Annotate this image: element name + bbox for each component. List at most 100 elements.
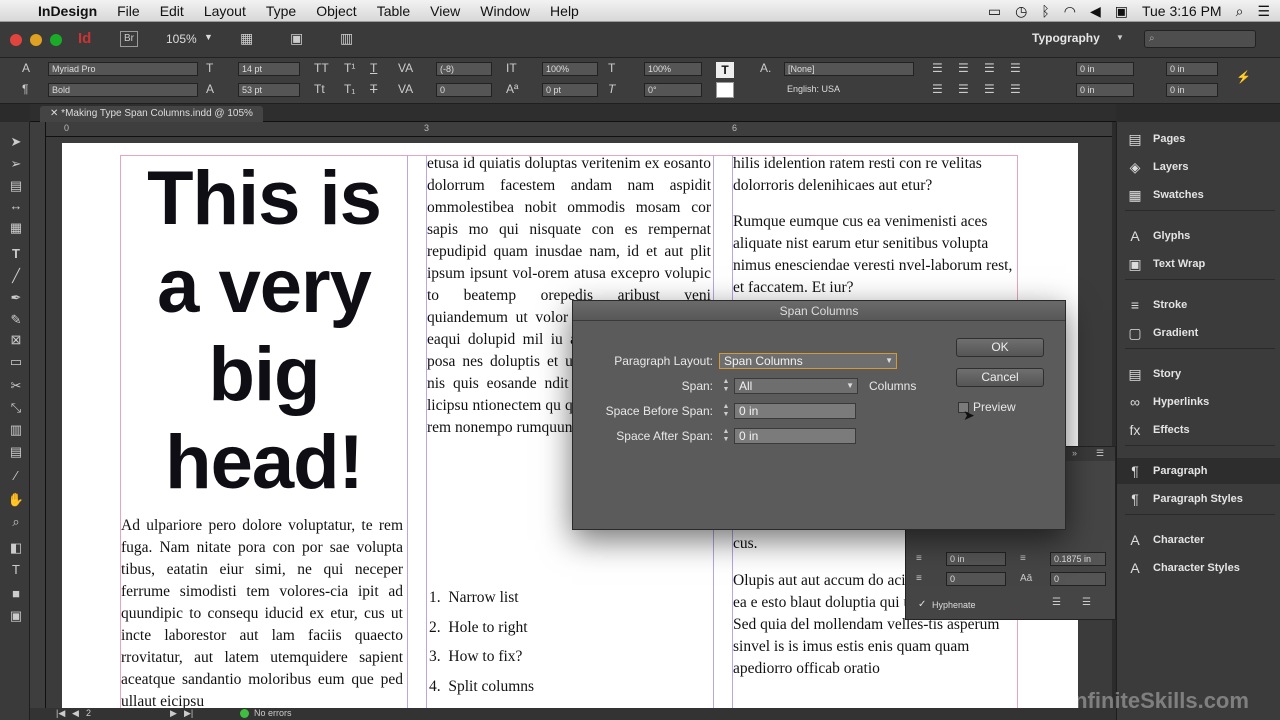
selection-tool-icon[interactable]: ➤ — [7, 134, 25, 150]
panel-item-pages[interactable]: ▤ Pages — [1117, 126, 1280, 152]
space-before-span-input[interactable]: 0 in — [734, 403, 856, 419]
apply-color-icon[interactable]: ■ — [7, 586, 25, 601]
chevron-down-icon[interactable]: ▼ — [204, 32, 213, 42]
paragraph-layout-select[interactable]: Span Columns ▼ — [719, 353, 897, 369]
workspace-chevron-icon[interactable]: ▼ — [1116, 33, 1124, 42]
display-icon[interactable]: ▣ — [1115, 3, 1128, 20]
menu-edit[interactable]: Edit — [160, 3, 184, 19]
vertical-scale-field[interactable]: 100% — [542, 62, 598, 76]
panel-item-hyperlinks[interactable]: ∞ Hyperlinks — [1117, 389, 1280, 415]
language-field[interactable]: English: USA — [784, 83, 914, 97]
next-page-icon[interactable]: ▶ — [170, 708, 177, 719]
preflight-status-text[interactable]: No errors — [254, 708, 292, 718]
justify-left-icon[interactable]: ☰ — [932, 82, 943, 96]
panel-item-swatches[interactable]: ▦ Swatches — [1117, 182, 1280, 208]
menu-type[interactable]: Type — [266, 3, 296, 19]
left-indent-field[interactable]: 0 in — [1076, 62, 1134, 76]
cancel-button[interactable]: Cancel — [956, 368, 1044, 387]
volume-icon[interactable]: ◀ — [1090, 3, 1101, 20]
close-tab-icon[interactable]: ✕ — [50, 108, 61, 119]
battery-icon[interactable]: ▭ — [988, 3, 1001, 20]
workspace-switcher[interactable]: Typography — [1032, 31, 1100, 45]
menu-app-name[interactable]: InDesign — [38, 3, 97, 19]
last-page-icon[interactable]: ▶| — [184, 708, 193, 719]
spotlight-icon[interactable]: ⌕ — [1236, 3, 1244, 20]
vertical-ruler[interactable] — [30, 122, 46, 708]
tracking-field[interactable]: 0 — [436, 83, 492, 97]
first-page-icon[interactable]: |◀ — [56, 708, 65, 719]
lightning-icon[interactable]: ⚡ — [1236, 70, 1251, 84]
zoom-tool-icon[interactable]: ⌕ — [7, 514, 25, 530]
page-tool-icon[interactable]: ▤ — [7, 178, 25, 194]
menu-file[interactable]: File — [117, 3, 140, 19]
preflight-status-icon[interactable] — [240, 709, 249, 718]
screen-mode-tool-icon[interactable]: ▣ — [7, 608, 25, 624]
justify-all-icon[interactable]: ☰ — [1010, 82, 1021, 96]
pen-tool-icon[interactable]: ✒ — [7, 290, 25, 306]
menu-view[interactable]: View — [430, 3, 460, 19]
span-select[interactable]: All ▼ — [734, 378, 858, 394]
rectangle-frame-tool-icon[interactable]: ⊠ — [7, 332, 25, 348]
font-family-field[interactable]: Myriad Pro — [48, 62, 198, 76]
character-style-field[interactable]: [None] — [784, 62, 914, 76]
zoom-level-dropdown[interactable]: 105% — [166, 32, 197, 46]
panel-item-layers[interactable]: ◈ Layers — [1117, 154, 1280, 180]
hyphenate-checkbox[interactable]: ✓ — [918, 599, 926, 610]
text-fill-icon[interactable]: T — [716, 62, 734, 78]
pencil-tool-icon[interactable]: ✎ — [7, 312, 25, 328]
space-after-span-input[interactable]: 0 in — [734, 428, 856, 444]
drop-cap-lines-field[interactable]: 0 — [946, 572, 1006, 586]
align-to-grid-icon[interactable]: ☰ — [1082, 597, 1091, 608]
menu-layout[interactable]: Layout — [204, 3, 246, 19]
prev-page-icon[interactable]: ◀ — [72, 708, 79, 719]
panel-item-paragraph-styles[interactable]: ¶ Paragraph Styles — [1117, 486, 1280, 512]
leading-field[interactable]: 53 pt — [238, 83, 300, 97]
space-before-field[interactable]: 0 in — [946, 552, 1006, 566]
last-line-indent-field[interactable]: 0 in — [1166, 83, 1218, 97]
rectangle-tool-icon[interactable]: ▭ — [7, 354, 25, 370]
panel-item-paragraph[interactable]: ¶ Paragraph — [1117, 458, 1280, 484]
justify-icon[interactable]: ☰ — [1010, 61, 1021, 75]
menu-help[interactable]: Help — [550, 3, 579, 19]
direct-selection-tool-icon[interactable]: ➢ — [7, 156, 25, 172]
panel-item-character-styles[interactable]: A Character Styles — [1117, 555, 1280, 581]
column-3-top[interactable]: hilis idelention ratem resti con re veli… — [733, 153, 1017, 197]
justify-center-icon[interactable]: ☰ — [958, 82, 969, 96]
hand-tool-icon[interactable]: ✋ — [7, 492, 25, 508]
headline-text[interactable]: This is a very big head! — [124, 155, 404, 507]
gradient-tool-icon[interactable]: ▥ — [7, 422, 25, 438]
gap-tool-icon[interactable]: ↔ — [7, 198, 25, 213]
panel-item-story[interactable]: ▤ Story — [1117, 361, 1280, 387]
subscript-icon[interactable]: T₁ — [344, 82, 355, 96]
kerning-field[interactable]: (-8) — [436, 62, 492, 76]
drop-cap-chars-field[interactable]: 0 — [1050, 572, 1106, 586]
minimize-window-button[interactable] — [30, 34, 42, 46]
panel-collapse-icon[interactable]: » — [1072, 448, 1077, 458]
align-center-icon[interactable]: ☰ — [958, 61, 969, 75]
type-tool-icon[interactable]: T — [7, 246, 25, 261]
note-tool-icon[interactable]: ▤ — [7, 444, 25, 460]
column-3-para2[interactable]: Rumque eumque cus ea venimenisti aces al… — [733, 211, 1017, 299]
space-after-field[interactable]: 0.1875 in — [1050, 552, 1106, 566]
content-collector-icon[interactable]: ▦ — [7, 220, 25, 236]
skew-field[interactable]: 0° — [644, 83, 702, 97]
underline-icon[interactable]: T — [370, 61, 377, 75]
bluetooth-icon[interactable]: ᛒ — [1041, 3, 1049, 19]
justify-right-icon[interactable]: ☰ — [984, 82, 995, 96]
menu-clock[interactable]: Tue 3:16 PM — [1142, 3, 1222, 19]
formatting-affects-text-icon[interactable]: T — [7, 562, 25, 577]
font-style-field[interactable]: Bold — [48, 83, 198, 97]
fill-stroke-icon[interactable]: ◧ — [7, 540, 25, 556]
bridge-button[interactable]: Br — [120, 31, 138, 47]
wifi-icon[interactable]: ◠ — [1064, 3, 1076, 20]
baseline-shift-field[interactable]: 0 pt — [542, 83, 598, 97]
panel-item-stroke[interactable]: ≡ Stroke — [1117, 292, 1280, 318]
panel-item-glyphs[interactable]: A Glyphs — [1117, 223, 1280, 249]
numbered-list[interactable]: 1. Narrow list 2. Hole to right 3. How t… — [429, 583, 629, 701]
document-tab[interactable]: ✕ *Making Type Span Columns.indd @ 105% — [40, 106, 263, 122]
page-number-field[interactable]: 2 — [86, 708, 91, 718]
text-stroke-none-icon[interactable] — [716, 82, 734, 98]
strikethrough-icon[interactable]: T — [370, 82, 377, 96]
all-caps-icon[interactable]: TT — [314, 61, 329, 75]
menu-table[interactable]: Table — [377, 3, 410, 19]
